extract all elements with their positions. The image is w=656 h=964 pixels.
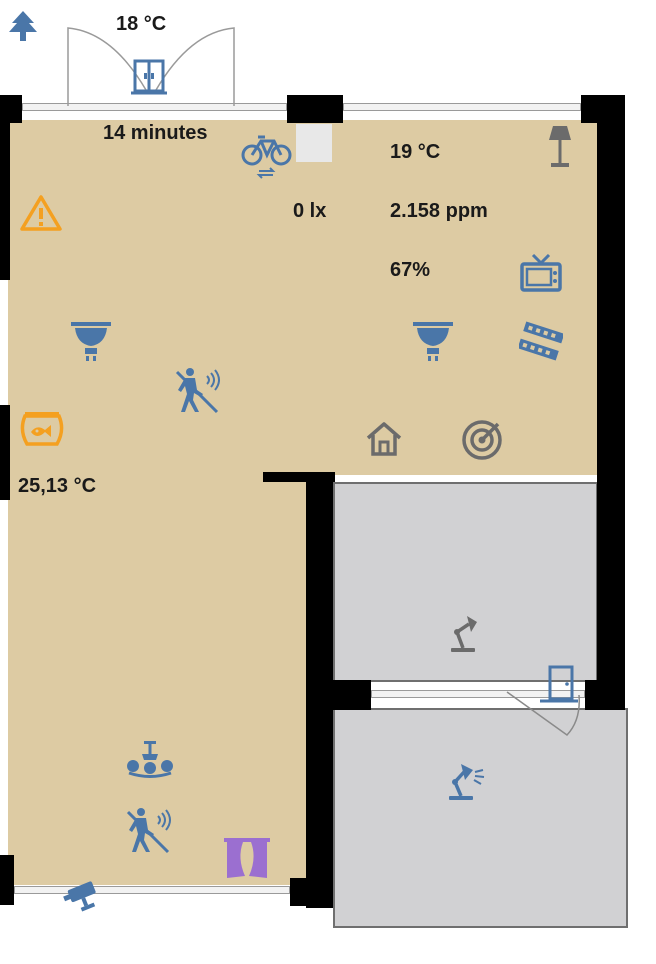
wall-bottom-right	[290, 878, 333, 906]
wall-mid-left	[333, 680, 371, 710]
wall-top-left	[0, 95, 22, 123]
illuminance-label: 0 lx	[293, 200, 327, 222]
curtains-icon[interactable]	[223, 836, 271, 882]
bicycle-icon[interactable]	[241, 133, 293, 179]
wall-left-upper	[0, 120, 10, 280]
chandelier-icon[interactable]	[126, 740, 174, 782]
window-top-right	[343, 103, 581, 111]
outside-temperature: 18 °C	[116, 13, 167, 35]
desk-lamp-icon[interactable]	[447, 614, 481, 656]
wall-left-bottom	[0, 855, 14, 905]
chimney-block	[296, 124, 332, 162]
tree-icon[interactable]	[6, 9, 40, 43]
wall-mid-right	[585, 680, 625, 710]
floor-lamp-icon[interactable]	[547, 124, 573, 168]
aquarium-icon[interactable]	[19, 410, 65, 450]
wall-left-lower	[0, 405, 10, 500]
ceiling-light-icon[interactable]	[70, 320, 112, 362]
home-icon[interactable]	[364, 420, 404, 458]
humidity-label: 67%	[390, 259, 431, 281]
motion-sensor-icon[interactable]	[173, 366, 223, 414]
door-icon[interactable]	[540, 664, 578, 704]
aquarium-temperature: 25,13 °C	[18, 475, 97, 497]
window-bottom	[14, 886, 290, 894]
door-icon[interactable]	[131, 58, 167, 96]
film-icon[interactable]	[519, 321, 563, 361]
warning-icon[interactable]	[19, 194, 63, 232]
camera-icon[interactable]	[59, 880, 103, 916]
wall-right-upper	[597, 95, 625, 710]
living-room-floor	[8, 120, 598, 475]
wall-inner-vertical	[306, 472, 333, 908]
radar-icon[interactable]	[460, 418, 504, 462]
utility-room-floor	[333, 708, 628, 928]
wall-top-mid	[287, 95, 343, 123]
ceiling-light-icon[interactable]	[412, 320, 454, 362]
co2-label: 2.158 ppm	[390, 200, 488, 222]
timer-label: 14 minutes	[103, 122, 208, 144]
room-temperature: 19 °C	[390, 141, 441, 163]
desk-lamp-icon[interactable]	[447, 760, 487, 804]
tv-icon[interactable]	[519, 253, 563, 293]
motion-sensor-icon[interactable]	[124, 806, 174, 854]
